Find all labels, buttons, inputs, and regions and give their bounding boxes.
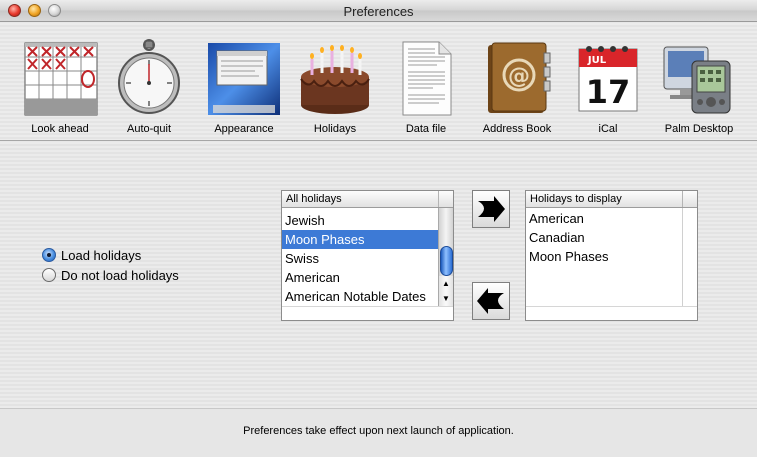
load-holidays-label: Load holidays [61, 247, 142, 263]
list-item[interactable]: American [526, 209, 682, 228]
toolbar-label: Palm Desktop [664, 123, 734, 135]
list-item[interactable]: American Notable Dates [282, 287, 438, 306]
toolbar-label: iCal [598, 123, 618, 135]
toolbar-label: Look ahead [31, 123, 89, 135]
display-holidays-header[interactable]: Holidays to display [526, 191, 697, 208]
toolbar-label: Data file [405, 123, 447, 135]
all-holidays-header[interactable]: All holidays [282, 191, 453, 208]
all-holidays-header-label: All holidays [286, 193, 342, 205]
toolbar-item-ical[interactable]: JUL 17 iCal [563, 23, 653, 141]
remove-holiday-button[interactable] [472, 282, 510, 320]
document-icon [387, 39, 465, 117]
header-corner [682, 191, 697, 207]
scrollbar-thumb[interactable] [440, 246, 453, 276]
address-book-icon: @ [478, 39, 556, 117]
holidays-pane: Load holidays Do not load holidays All h… [0, 142, 757, 408]
list-item[interactable]: Swiss [282, 249, 438, 268]
list-footer [282, 306, 453, 320]
load-holidays-option[interactable]: Load holidays [42, 246, 141, 264]
ical-day-text: 17 [586, 73, 631, 111]
list-item[interactable]: American [282, 268, 438, 287]
palm-device-icon [660, 39, 738, 117]
list-item-selected[interactable]: Moon Phases [282, 230, 438, 249]
scroll-down-arrow-icon[interactable]: ▼ [438, 291, 453, 306]
dont-load-holidays-option[interactable]: Do not load holidays [42, 266, 179, 284]
stopwatch-icon [110, 39, 188, 117]
birthday-cake-icon [296, 39, 374, 117]
toolbar-label: Appearance [214, 123, 274, 135]
list-item[interactable]: Jewish [282, 211, 438, 230]
toolbar-label: Auto-quit [126, 123, 172, 135]
list-item[interactable]: Moon Phases [526, 247, 682, 266]
add-holiday-button[interactable] [472, 190, 510, 228]
arrow-left-icon [477, 288, 504, 314]
toolbar-item-holidays[interactable]: Holidays [290, 23, 380, 141]
calendar-grid-icon [21, 39, 99, 117]
toolbar-item-look-ahead[interactable]: Look ahead [15, 23, 105, 141]
list-footer [526, 306, 697, 320]
desktop-screen-icon [205, 39, 283, 117]
toolbar-item-palm-desktop[interactable]: Palm Desktop [654, 23, 744, 141]
toolbar-item-address-book[interactable]: @ Address Book [472, 23, 562, 141]
display-holidays-scrollbar[interactable] [682, 208, 697, 306]
display-holidays-header-label: Holidays to display [530, 193, 622, 205]
scroll-up-arrow-icon[interactable]: ▲ [438, 276, 453, 291]
load-holidays-radio[interactable] [42, 248, 56, 262]
ical-calendar-icon: JUL 17 [569, 39, 647, 117]
restart-note: Preferences take effect upon next launch… [243, 425, 514, 437]
list-item[interactable]: Canadian [526, 228, 682, 247]
window-title: Preferences [343, 4, 414, 19]
toolbar-item-appearance[interactable]: Appearance [199, 23, 289, 141]
header-corner [438, 191, 453, 207]
toolbar-item-data-file[interactable]: Data file [381, 23, 471, 141]
arrow-right-icon [478, 196, 505, 222]
toolbar-label: Holidays [313, 123, 357, 135]
preferences-toolbar: Look ahead Auto-quit Appearance Holidays… [0, 23, 757, 141]
title-bar: Preferences [0, 0, 757, 22]
display-holidays-list[interactable]: Holidays to display American Canadian Mo… [525, 190, 698, 321]
toolbar-label: Address Book [482, 123, 552, 135]
ical-month-text: JUL [587, 55, 607, 66]
svg-text:@: @ [508, 64, 530, 89]
dont-load-holidays-radio[interactable] [42, 268, 56, 282]
dont-load-holidays-label: Do not load holidays [61, 267, 179, 283]
all-holidays-list[interactable]: All holidays Jewish Moon Phases Swiss Am… [281, 190, 454, 321]
toolbar-item-auto-quit[interactable]: Auto-quit [104, 23, 194, 141]
status-footer: Preferences take effect upon next launch… [0, 408, 757, 457]
